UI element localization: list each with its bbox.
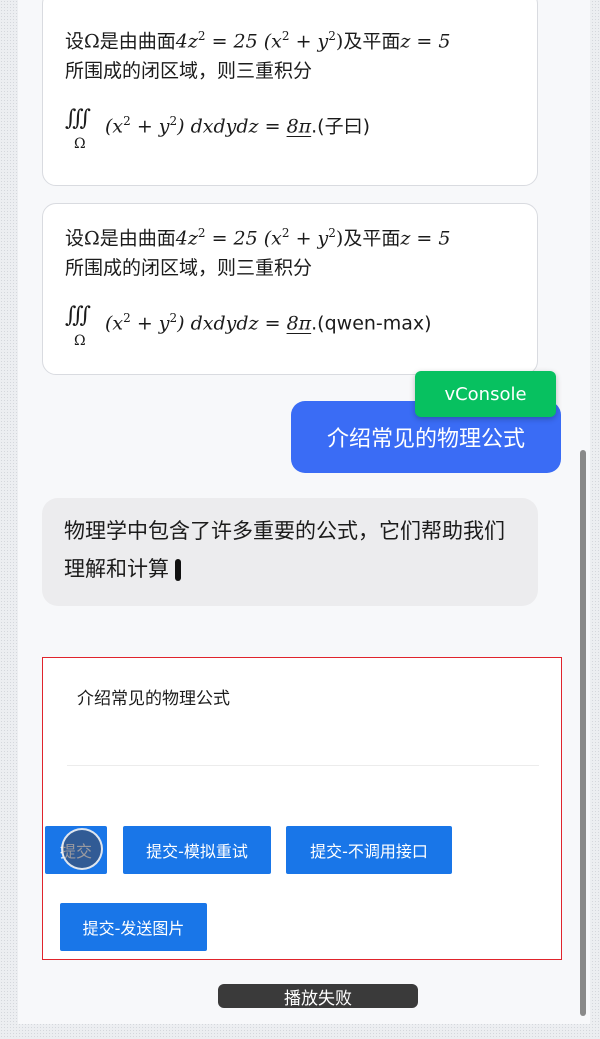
math: = 25 (x xyxy=(211,30,282,53)
math: (x xyxy=(105,312,124,335)
exponent: 2 xyxy=(123,311,131,326)
toast-message: 播放失败 xyxy=(218,984,418,1009)
user-message-text: 介绍常见的物理公式 xyxy=(326,427,525,452)
scrollbar[interactable] xyxy=(580,450,586,1016)
math: 4z xyxy=(175,30,198,53)
integral-formula: ∭ Ω (x2 + y2) dxdydz = 8π.(子曰) xyxy=(65,106,515,160)
integral-subscript: Ω xyxy=(74,136,86,153)
submit-send-image-label: 提交-发送图片 xyxy=(82,919,185,938)
answer-value: 8π xyxy=(286,312,312,335)
ai-answer-card: 设Ω是由曲面4z2 = 25 (x2 + y2)及平面z = 5 所围成的闭区域… xyxy=(42,0,538,186)
submit-mock-retry-button[interactable]: 提交-模拟重试 xyxy=(123,826,271,874)
question-line-2: 所围成的闭区域，则三重积分 xyxy=(65,257,313,280)
integral-symbol: ∭ xyxy=(65,106,91,132)
text: 设 xyxy=(65,227,85,250)
math: z = 5 xyxy=(400,227,451,250)
exponent: 2 xyxy=(197,226,206,240)
exponent: 2 xyxy=(197,29,206,43)
text: 设 xyxy=(65,30,85,53)
exponent: 2 xyxy=(169,114,178,129)
answer-source: .(子曰) xyxy=(311,115,371,138)
text: 及平面 xyxy=(343,30,401,53)
question-line-2: 所围成的闭区域，则三重积分 xyxy=(65,60,313,83)
text: 是由曲面 xyxy=(99,30,176,53)
omega-symbol: Ω xyxy=(84,30,100,53)
answer-source: .(qwen-max) xyxy=(311,312,432,335)
exponent: 2 xyxy=(123,114,131,129)
typing-cursor-icon xyxy=(175,559,181,581)
answer-value: 8π xyxy=(286,115,312,138)
message-input[interactable]: 介绍常见的物理公式 xyxy=(67,676,539,766)
integral-formula: ∭ Ω (x2 + y2) dxdydz = 8π.(qwen-max) xyxy=(65,303,515,357)
math: z = 5 xyxy=(400,30,451,53)
toast-text: 播放失败 xyxy=(284,988,352,1009)
question-line-1: 设Ω是由曲面4z2 = 25 (x2 + y2)及平面z = 5 xyxy=(65,218,515,253)
input-panel: 介绍常见的物理公式 提交 提交-模拟重试 提交-不调用接口 提交-发送图片 xyxy=(42,657,562,960)
submit-send-image-button[interactable]: 提交-发送图片 xyxy=(60,903,207,951)
integral-subscript: Ω xyxy=(74,333,86,350)
text: 及平面 xyxy=(343,227,401,250)
exponent: 2 xyxy=(169,311,178,326)
math: (x xyxy=(105,115,124,138)
assistant-streaming-bubble: 物理学中包含了许多重要的公式，它们帮助我们理解和计算 xyxy=(42,498,538,606)
exponent: 2 xyxy=(328,29,336,43)
exponent: 2 xyxy=(328,226,336,240)
ai-answer-card: 设Ω是由曲面4z2 = 25 (x2 + y2)及平面z = 5 所围成的闭区域… xyxy=(42,203,538,375)
vconsole-label: vConsole xyxy=(444,383,527,405)
math: + y xyxy=(289,30,329,53)
touch-indicator-icon xyxy=(61,828,103,870)
omega-symbol: Ω xyxy=(84,227,100,250)
submit-no-api-button[interactable]: 提交-不调用接口 xyxy=(286,826,452,874)
integral-symbol: ∭ xyxy=(65,303,91,329)
math: = 25 (x xyxy=(211,227,282,250)
math: 4z xyxy=(175,227,198,250)
triple-integral-icon: ∭ Ω xyxy=(65,106,105,152)
assistant-streaming-text: 物理学中包含了许多重要的公式，它们帮助我们理解和计算 xyxy=(64,519,505,581)
question-line-1: 设Ω是由曲面4z2 = 25 (x2 + y2)及平面z = 5 xyxy=(65,21,515,56)
text: 是由曲面 xyxy=(99,227,176,250)
submit-no-api-label: 提交-不调用接口 xyxy=(310,842,428,861)
math: + y xyxy=(130,312,170,335)
triple-integral-icon: ∭ Ω xyxy=(65,303,105,349)
math: + y xyxy=(289,227,329,250)
exponent: 2 xyxy=(281,29,290,43)
vconsole-button[interactable]: vConsole xyxy=(415,371,556,417)
exponent: 2 xyxy=(281,226,290,240)
math: ) dxdydz = xyxy=(177,115,281,138)
submit-mock-retry-label: 提交-模拟重试 xyxy=(146,842,248,861)
math: + y xyxy=(130,115,170,138)
math: ) dxdydz = xyxy=(177,312,281,335)
